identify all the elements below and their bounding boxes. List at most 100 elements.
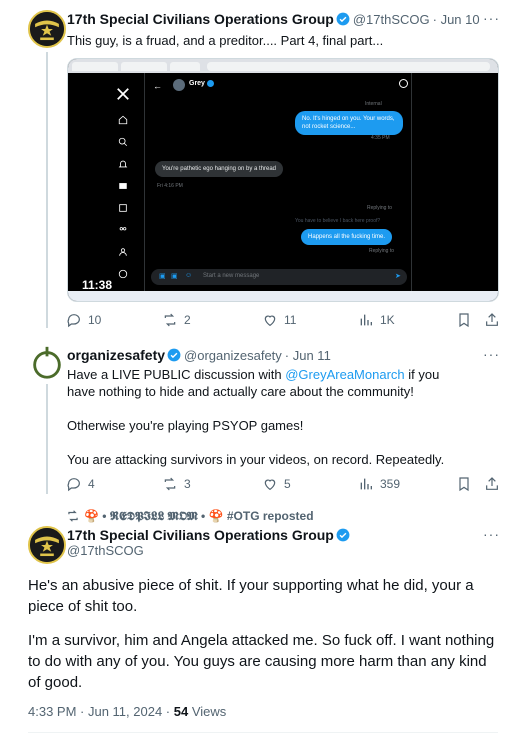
dm-reply-label: Replying to	[369, 248, 395, 254]
avatar[interactable]	[28, 10, 66, 48]
tweet-text: He's an abusive piece of shit. If your s…	[28, 577, 474, 615]
dm-composer: ▣ ▣ ☺ Start a new message ➤	[151, 269, 407, 285]
author-handle[interactable]: @17thSCOG	[353, 12, 430, 27]
mention-link[interactable]: @GreyAreaMonarch	[285, 367, 404, 382]
views-count: 54	[173, 704, 189, 719]
view-count: 1K	[380, 313, 395, 327]
reply-count: 10	[88, 313, 102, 327]
dm-faded-text: You have to believe I back here proof?	[295, 218, 381, 224]
tweet-text: I'm a survivor, him and Angela attacked …	[28, 632, 495, 691]
tweet1-header: 17th Special Civilians Operations Group …	[67, 11, 480, 27]
tweet-date[interactable]: · Jun 10	[433, 12, 480, 27]
image-icon: ▣	[159, 273, 166, 280]
tweet-date[interactable]: · Jun 11	[285, 348, 331, 363]
author-handle[interactable]: @17thSCOG	[67, 543, 144, 558]
dm-label: Internal	[365, 101, 382, 107]
repost-count: 2	[184, 313, 191, 327]
gif-icon: ▣	[171, 273, 178, 280]
views-button[interactable]: 359	[358, 476, 400, 492]
like-button[interactable]: 5	[262, 476, 291, 492]
verified-badge-icon	[167, 348, 181, 362]
tweet-text: Otherwise you're playing PSYOP games!	[67, 418, 304, 433]
author-name[interactable]: 17th Special Civilians Operations Group	[67, 527, 334, 543]
back-arrow-icon: ←	[153, 81, 162, 91]
bookmark-icon[interactable]	[456, 312, 472, 328]
tweet-text: Have a LIVE PUBLIC discussion with @Grey…	[67, 366, 467, 400]
avatar[interactable]	[28, 526, 66, 564]
dm-timestamp: 4:35 PM	[371, 135, 390, 141]
grok-icon	[119, 204, 127, 212]
tweet3-header: 17th Special Civilians Operations Group	[67, 527, 353, 543]
send-icon: ➤	[395, 273, 401, 280]
repost-button[interactable]: 3	[162, 476, 191, 492]
dm-bubble-sent: No. It's hinged on you. Your words, not …	[295, 111, 403, 135]
repost-icon	[68, 510, 78, 522]
tweet-text-part: Have a LIVE PUBLIC discussion with	[67, 367, 286, 382]
repost-icon	[164, 477, 176, 491]
author-name[interactable]: organizesafety	[67, 347, 165, 363]
heart-icon	[264, 479, 276, 491]
notifications-icon	[118, 160, 128, 168]
share-icon[interactable]	[484, 312, 500, 328]
thread-line	[46, 384, 48, 494]
analytics-icon	[360, 314, 372, 326]
like-count: 5	[284, 477, 291, 491]
reply-icon	[67, 314, 80, 328]
tweet-text: This guy, is a fruad, and a preditor....…	[67, 33, 384, 48]
messages-icon	[119, 183, 127, 189]
bookmark-icon[interactable]	[456, 476, 472, 492]
dm-conversation: ← Grey Internal No. It's hinged on you. …	[144, 73, 412, 291]
verified-badge-icon	[336, 12, 350, 26]
reply-icon	[67, 478, 80, 492]
dm-contact-name: Grey	[189, 80, 205, 87]
composer-placeholder: Start a new message	[203, 273, 260, 279]
dm-avatar	[173, 79, 185, 91]
avatar[interactable]	[28, 344, 66, 382]
reply-button[interactable]: 4	[66, 476, 95, 492]
more-options-button[interactable]: ···	[483, 346, 500, 362]
dm-reply-label: Replying to	[367, 205, 393, 211]
reply-count: 4	[88, 477, 95, 491]
dm-bubble-received: You're pathetic ego hanging on by a thre…	[155, 161, 284, 177]
like-count: 11	[284, 313, 297, 327]
timestamp-text: 4:33 PM · Jun 11, 2024 ·	[28, 704, 174, 719]
view-count: 359	[380, 477, 401, 491]
repost-attribution[interactable]: 🍄 • 𝕽𝕰𝕯𝕻𝕴𝕷𝕷 𝕸𝕺𝕸 • 🍄 #OTG reposted	[84, 509, 314, 524]
tweet-timestamp[interactable]: 4:33 PM · Jun 11, 2024 · 54 Views	[28, 704, 226, 719]
tweet2-header: organizesafety @organizesafety · Jun 11	[67, 347, 331, 363]
author-name[interactable]: 17th Special Civilians Operations Group	[67, 11, 334, 27]
windows-taskbar	[68, 291, 498, 301]
views-label: Views	[188, 704, 227, 719]
repost-icon	[164, 313, 176, 327]
author-handle[interactable]: @organizesafety	[184, 348, 282, 363]
more-options-button[interactable]: ···	[483, 526, 500, 542]
verified-badge-icon	[336, 528, 350, 542]
share-icon[interactable]	[484, 476, 500, 492]
video-clock: 11:38	[82, 278, 113, 292]
like-button[interactable]: 11	[262, 312, 296, 328]
dm-bubble-sent: Happens all the fucking time.	[301, 229, 393, 245]
dm-verified-icon	[207, 80, 214, 87]
profile-icon	[119, 248, 127, 256]
reply-button[interactable]: 10	[66, 312, 101, 328]
search-icon	[118, 137, 128, 147]
tweet-media-screenshot[interactable]: 11:38 ← Grey Internal No. It's hinged on…	[67, 58, 499, 302]
x-logo-icon	[117, 88, 129, 100]
more-icon	[118, 269, 128, 279]
divider	[28, 732, 498, 733]
info-icon	[399, 79, 408, 88]
home-icon	[118, 115, 128, 125]
repost-count: 3	[184, 477, 191, 491]
unit-patch-icon	[30, 12, 64, 46]
browser-tab-bar	[68, 59, 498, 73]
repost-button[interactable]: 2	[162, 312, 191, 328]
emoji-icon: ☺	[185, 272, 193, 279]
tweet-text: You are attacking survivors in your vide…	[67, 452, 445, 467]
x-sidebar: 11:38	[68, 73, 129, 292]
thread-line	[46, 52, 48, 328]
more-options-button[interactable]: ···	[483, 10, 500, 26]
views-button[interactable]: 1K	[358, 312, 395, 328]
heart-icon	[264, 315, 276, 327]
communities-icon	[119, 227, 127, 231]
dm-timestamp: Fri 4:16 PM	[157, 183, 183, 189]
